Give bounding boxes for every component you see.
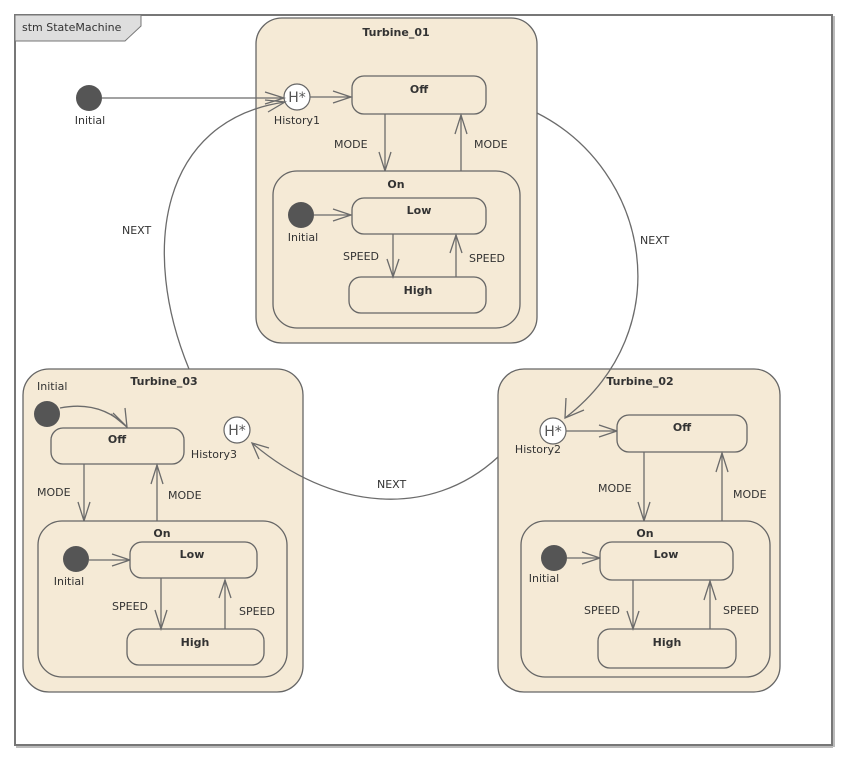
mode-up-label: MODE: [733, 488, 767, 501]
history1-symbol: H*: [288, 90, 306, 106]
turbine-01[interactable]: Turbine_01 H* History1 Off MODE MODE On …: [255, 17, 538, 344]
mode-up-label: MODE: [474, 138, 508, 151]
turbine-03[interactable]: Turbine_03 Initial Off H* History3 MODE …: [22, 368, 304, 693]
frame-title: stm StateMachine: [22, 21, 122, 34]
speed-up-label: SPEED: [723, 604, 759, 617]
speed-up-label: SPEED: [239, 605, 275, 618]
history2-label: History2: [515, 443, 561, 456]
turbine-01-on-label: On: [387, 178, 404, 191]
initial-node-icon: [288, 202, 314, 228]
mode-down-label: MODE: [334, 138, 368, 151]
mode-down-label: MODE: [598, 482, 632, 495]
turbine-01-title: Turbine_01: [362, 26, 429, 39]
turbine-02[interactable]: Turbine_02 H* History2 Off MODE MODE On …: [497, 368, 781, 693]
history1-label: History1: [274, 114, 320, 127]
speed-down-label: SPEED: [584, 604, 620, 617]
inner-initial-label: Initial: [529, 572, 559, 585]
initial-node-icon: [34, 401, 60, 427]
mode-up-label: MODE: [168, 489, 202, 502]
turbine-02-off-label: Off: [673, 421, 691, 434]
state-machine-diagram: stm StateMachine Turbine_01 H* History1 …: [14, 14, 835, 748]
turbine-03-off-label: Off: [108, 433, 126, 446]
turbine-02-low-label: Low: [654, 548, 679, 561]
history2-symbol: H*: [544, 424, 562, 440]
inner-initial-label: Initial: [54, 575, 84, 588]
next-label-t1-t2: NEXT: [640, 234, 670, 247]
initial-node-icon: [541, 545, 567, 571]
history3-label: History3: [191, 448, 237, 461]
turbine-03-high-label: High: [181, 636, 210, 649]
inner-initial-label: Initial: [288, 231, 318, 244]
speed-down-label: SPEED: [343, 250, 379, 263]
turbine-03-title: Turbine_03: [130, 375, 197, 388]
turbine-03-initial-label: Initial: [37, 380, 67, 393]
speed-down-label: SPEED: [112, 600, 148, 613]
turbine-01-off-label: Off: [410, 83, 428, 96]
turbine-02-high-label: High: [653, 636, 682, 649]
turbine-02-on-label: On: [636, 527, 653, 540]
mode-down-label: MODE: [37, 486, 71, 499]
turbine-01-high-label: High: [404, 284, 433, 297]
turbine-01-low-label: Low: [407, 204, 432, 217]
history3-symbol: H*: [228, 423, 246, 439]
turbine-03-on-label: On: [153, 527, 170, 540]
turbine-02-title: Turbine_02: [606, 375, 673, 388]
speed-up-label: SPEED: [469, 252, 505, 265]
initial-node-icon: [63, 546, 89, 572]
turbine-03-low-label: Low: [180, 548, 205, 561]
top-initial-node-icon: [76, 85, 102, 111]
next-label-t2-t3: NEXT: [377, 478, 407, 491]
next-label-t3-t1: NEXT: [122, 224, 152, 237]
top-initial-label: Initial: [75, 114, 105, 127]
